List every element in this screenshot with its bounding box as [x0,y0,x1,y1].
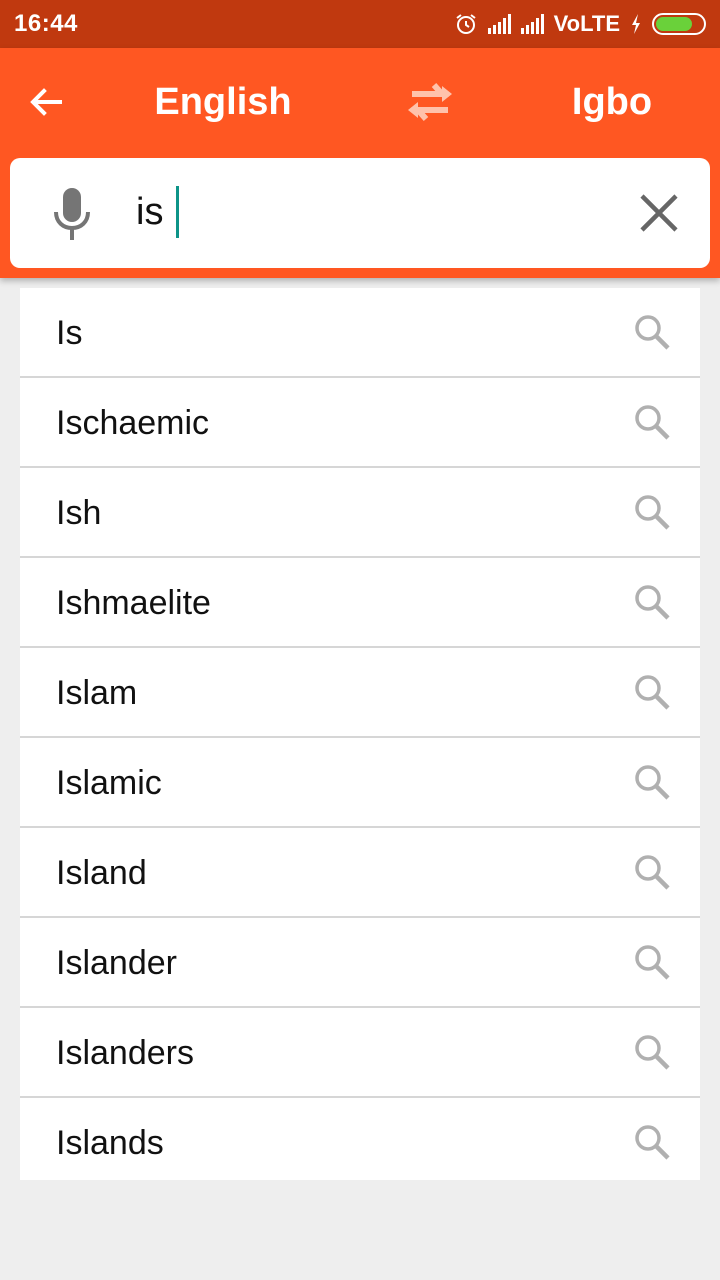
search-icon[interactable] [632,762,672,802]
suggestion-item[interactable]: Islam [20,648,700,738]
search-icon[interactable] [632,1032,672,1072]
microphone-icon [54,188,90,240]
suggestion-item[interactable]: Island [20,828,700,918]
status-time: 16:44 [14,10,78,37]
suggestion-item[interactable]: Islanders [20,1008,700,1098]
battery-level [656,17,692,31]
suggestion-label: Island [56,854,147,892]
status-bar: 16:44 VoLTE [0,0,720,48]
suggestion-item[interactable]: Islamic [20,738,700,828]
battery-icon [652,13,706,35]
suggestion-item[interactable]: Islander [20,918,700,1008]
search-box [10,158,710,268]
status-icons: VoLTE [454,11,706,37]
suggestion-label: Islanders [56,1034,194,1072]
search-icon[interactable] [632,492,672,532]
signal-icon [487,14,511,34]
suggestion-label: Is [56,314,83,352]
close-icon [640,194,678,232]
signal-icon [520,14,544,34]
search-input[interactable] [130,182,610,242]
suggestion-label: Ishmaelite [56,584,211,622]
search-icon[interactable] [632,402,672,442]
text-cursor [176,186,179,238]
search-icon[interactable] [632,942,672,982]
search-icon[interactable] [632,852,672,892]
network-type: VoLTE [553,11,620,36]
search-icon[interactable] [632,582,672,622]
search-icon[interactable] [632,672,672,712]
alarm-icon [455,14,476,34]
source-language-button[interactable]: English [130,78,316,126]
suggestion-label: Ischaemic [56,404,210,442]
back-button[interactable] [22,78,70,126]
suggestion-item[interactable]: Is [20,288,700,378]
suggestion-label: Islamic [56,764,162,802]
charging-icon [632,14,640,34]
suggestion-item[interactable]: Ish [20,468,700,558]
swap-arrows-icon [408,83,452,121]
swap-languages-button[interactable] [398,74,462,130]
target-language-button[interactable]: Igbo [540,78,684,126]
suggestion-item[interactable]: Islands [20,1098,700,1180]
app-bar: English Igbo [0,48,720,278]
voice-search-button[interactable] [44,184,100,244]
suggestion-list: Is Ischaemic Ish Ishmaelite Islam Islami… [20,288,700,1180]
search-icon[interactable] [632,312,672,352]
arrow-left-icon [30,88,62,116]
search-icon[interactable] [632,1122,672,1162]
suggestion-item[interactable]: Ischaemic [20,378,700,468]
suggestion-label: Islands [56,1124,164,1162]
suggestion-label: Islam [56,674,138,712]
suggestion-item[interactable]: Ishmaelite [20,558,700,648]
suggestion-label: Ish [56,494,102,532]
clear-search-button[interactable] [634,188,684,238]
suggestion-label: Islander [56,944,177,982]
